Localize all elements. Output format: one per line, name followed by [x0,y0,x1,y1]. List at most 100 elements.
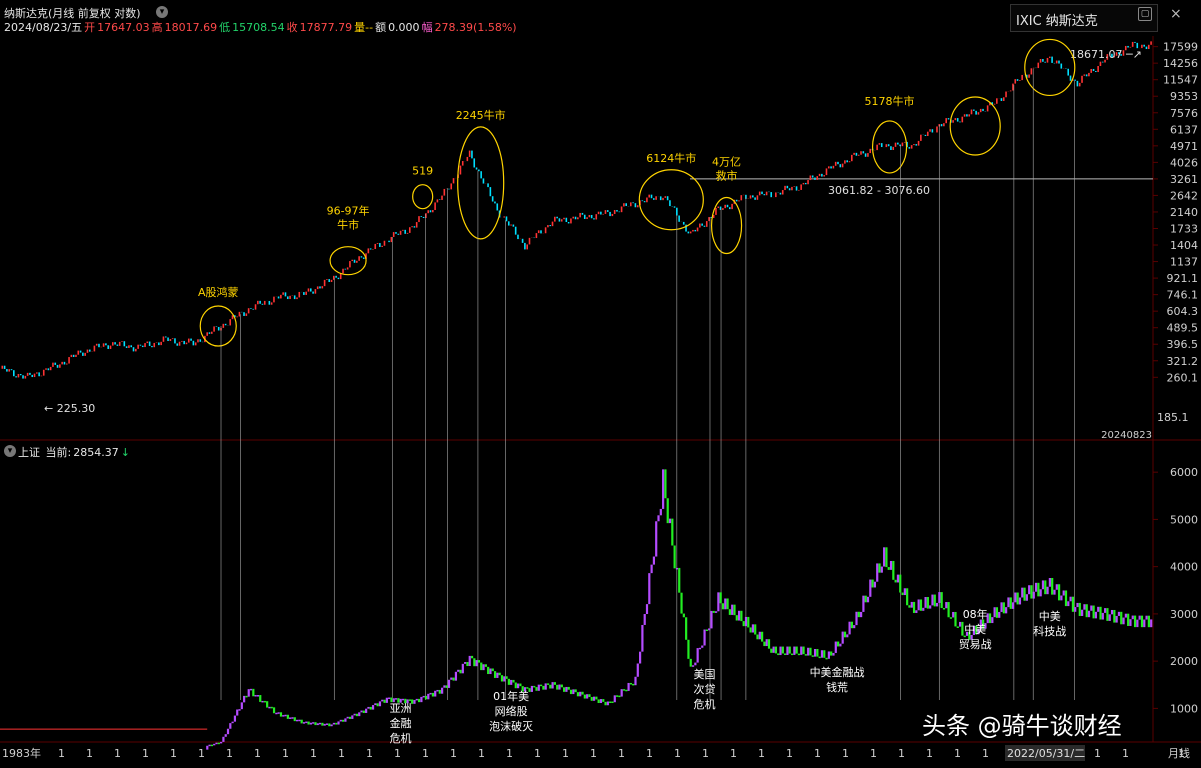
lower-bar [477,660,481,663]
lower-bar [880,566,883,573]
lower-bar [1078,602,1081,616]
lower-bar [457,669,460,672]
lower-bar [625,689,628,692]
lower-bar [726,598,729,610]
lower-bar [461,663,464,674]
lower-bar [243,695,246,703]
lower-bar [222,736,225,742]
lower-bar [553,682,557,685]
lower-bar [1032,591,1035,599]
window-icon[interactable]: ▢ [1138,7,1152,21]
lower-bar [491,668,494,672]
lower-bar [254,695,257,697]
lower-bar [906,588,909,606]
lower-annotation-label: 贸易战 [959,638,992,651]
ohlc-date: 2024/08/23/五 [4,21,83,34]
lower-bar [533,685,536,688]
lower-bar [678,567,681,593]
x-cursor-label: 2022/05/31/二 [1007,747,1085,760]
x-tick-label: 1 [534,747,541,760]
lower-bar [1002,602,1005,614]
x-tick-label: 1 [870,747,877,760]
lower-bar [772,646,775,653]
lower-bar [208,744,211,747]
lower-bar [424,695,428,700]
lower-bar [809,647,812,656]
lower-bar [896,574,900,583]
x-tick-label: 1 [590,747,597,760]
lower-bar [956,626,959,628]
open-value: 17647.03 [97,21,150,34]
lower-bar [385,697,388,703]
lower-panel-menu-icon[interactable]: ▾ [4,445,16,457]
lower-bar [712,610,715,613]
lower-bar [641,624,644,652]
close-label: 收 [286,21,298,34]
lower-bar [915,610,918,613]
lower-bar [321,722,324,726]
lower-bar [945,602,948,609]
lower-bar [797,653,801,656]
lower-bar [422,695,425,698]
annotation-circle [710,196,743,255]
lower-bar [800,646,803,655]
lower-bar [991,617,994,624]
lower-bar [459,669,462,674]
lower-annotation-label: 科技战 [1033,624,1066,638]
x-tick-label: 1 [562,747,569,760]
lower-bar [816,648,819,657]
lower-bar [358,712,361,717]
lower-bar [813,648,817,657]
lower-bar [1115,615,1118,623]
lower-y-tick-label: 5000 [1170,513,1198,526]
lower-bar [319,722,322,725]
lower-bar [500,675,504,682]
lower-bar [719,592,722,604]
lower-bar [609,701,612,704]
annotation-label: 救市 [716,169,738,183]
lower-bar [1122,617,1125,625]
lower-bar [1092,605,1095,619]
lower-bar [721,603,725,610]
lower-bar [381,699,384,702]
lower-bar [1018,597,1022,605]
lower-bar [305,721,308,724]
lower-bar [717,592,720,612]
lower-bar [1030,585,1033,599]
lower-bar [339,719,342,722]
lower-y-tick-label: 4000 [1170,561,1198,574]
close-icon[interactable]: × [1170,6,1182,22]
lower-bar [394,698,398,700]
lower-bar [1099,606,1102,620]
lower-annotation-label: 钱荒 [826,680,848,694]
lower-bar [1108,614,1111,621]
lower-bar [330,724,333,727]
lower-bar [503,676,506,682]
annotation-circle [199,305,237,347]
lower-bar [261,700,264,703]
lower-bar [673,545,676,569]
title-dropdown-icon[interactable]: ▾ [156,6,168,18]
lower-bar [1037,582,1040,597]
lower-bar [233,715,237,722]
lower-bar [408,699,411,701]
lower-bar [595,696,598,700]
lower-bar [901,592,904,596]
lower-bar [496,672,499,678]
lower-bar [836,641,840,647]
lower-bar [860,611,863,618]
lower-bar [655,521,658,557]
lower-bar [249,688,253,691]
lower-bar [371,705,375,710]
lower-bar [590,697,593,701]
lower-bar [689,658,692,667]
lower-annotation-label: 亚洲 [390,702,412,715]
lower-bar [878,563,881,573]
lower-bar [949,617,952,619]
lower-bar [643,614,646,625]
lower-bar [929,605,932,609]
high-value: 18017.69 [164,21,218,34]
volume-label: 量-- [354,21,374,34]
lower-bar [1124,613,1127,618]
lower-bar [1069,596,1072,602]
